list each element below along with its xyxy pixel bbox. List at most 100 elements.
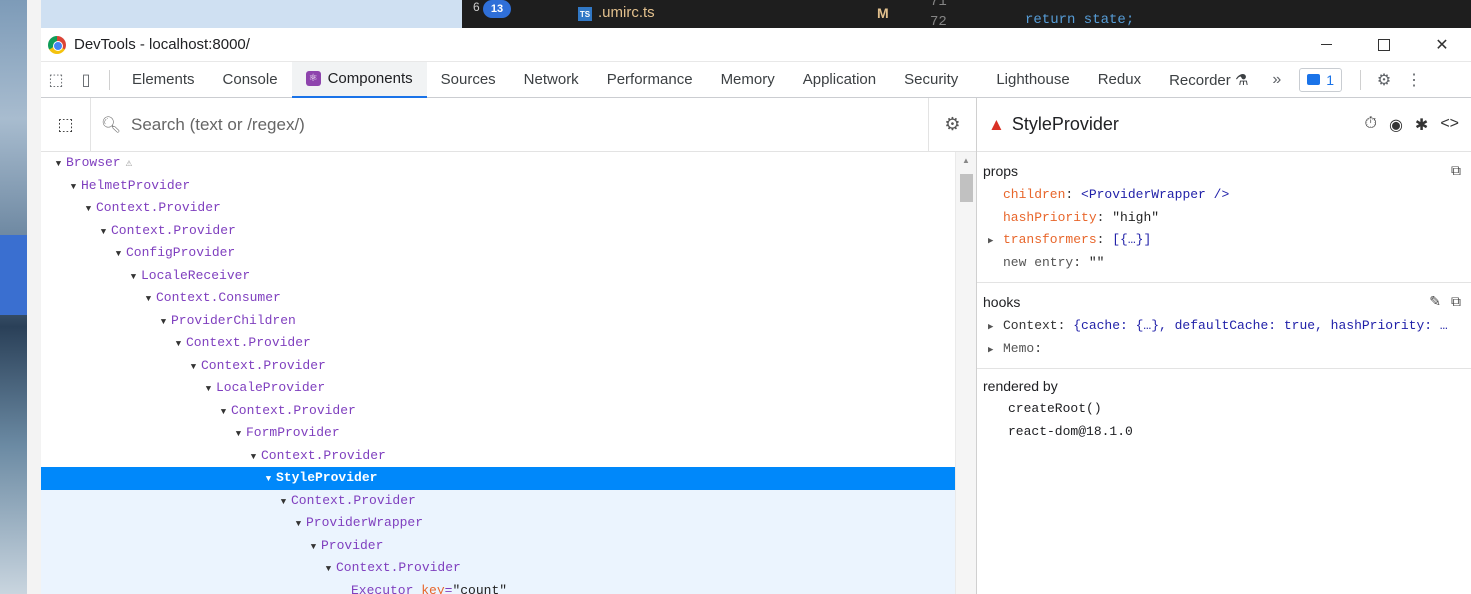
collapse-arrow-icon[interactable]: ▼: [216, 401, 231, 424]
tab-performance[interactable]: Performance: [593, 62, 707, 98]
collapse-arrow-icon[interactable]: ▼: [186, 356, 201, 379]
more-options-icon[interactable]: ⋮: [1399, 62, 1429, 98]
tree-row[interactable]: ▼ Context.Provider: [41, 355, 955, 378]
collapse-arrow-icon[interactable]: ▼: [111, 243, 126, 266]
expand-arrow-icon[interactable]: ▶: [983, 339, 1003, 361]
hooks-title: hooks: [983, 294, 1021, 310]
collapse-arrow-icon[interactable]: ▼: [276, 491, 291, 514]
tree-row[interactable]: ▼ Context.Provider: [41, 332, 955, 355]
tree-row[interactable]: Executor key="count": [41, 579, 955, 594]
parse-hook-names-icon[interactable]: ✎: [1429, 293, 1441, 310]
more-tabs-icon[interactable]: »: [1262, 71, 1291, 89]
editor-notification-badge[interactable]: 13: [483, 0, 511, 18]
expand-arrow-icon[interactable]: ▶: [983, 230, 1003, 252]
collapse-arrow-icon[interactable]: ▼: [126, 266, 141, 289]
collapse-arrow-icon[interactable]: ▼: [306, 536, 321, 559]
hook-row[interactable]: ▶ Context: {cache: {…}, defaultCache: tru…: [983, 315, 1471, 338]
tree-row[interactable]: ▼ Context.Consumer: [41, 287, 955, 310]
tab-components[interactable]: ⚛ Components: [291, 61, 427, 98]
tree-scrollbar[interactable]: ▲: [955, 152, 976, 594]
collapse-arrow-icon[interactable]: ▼: [66, 176, 81, 199]
tree-row[interactable]: ▼ HelmetProvider: [41, 175, 955, 198]
components-panel: ⬚ 🔍︎ ⚙ ▼Browser⚠ ▼HelmetProvider ▼Contex…: [41, 97, 1471, 594]
tree-row-label: Context.Provider: [96, 200, 221, 215]
collapse-arrow-icon[interactable]: ▼: [171, 333, 186, 356]
search-input[interactable]: [131, 114, 928, 135]
collapse-arrow-icon[interactable]: ▼: [141, 288, 156, 311]
tab-network[interactable]: Network: [510, 62, 593, 98]
prop-value[interactable]: "high": [1112, 210, 1159, 225]
hook-value: {cache: {…}, defaultCache: true, hashPri…: [1073, 318, 1448, 333]
tree-row[interactable]: ▼ Context.Provider: [41, 400, 955, 423]
scrollbar-thumb[interactable]: [960, 174, 973, 202]
tab-memory[interactable]: Memory: [707, 62, 789, 98]
prop-name: children: [1003, 187, 1066, 202]
tree-row[interactable]: ▼ FormProvider: [41, 422, 955, 445]
tab-console[interactable]: Console: [209, 62, 292, 98]
tab-lighthouse[interactable]: Lighthouse: [982, 62, 1083, 98]
prop-row[interactable]: hashPriority: "high": [983, 207, 1471, 230]
tab-sources[interactable]: Sources: [427, 62, 510, 98]
tree-row[interactable]: ▼ Context.Provider: [41, 445, 955, 468]
minimize-icon: [1320, 44, 1332, 45]
minimize-button[interactable]: [1297, 28, 1355, 62]
tree-row[interactable]: ▼ LocaleProvider: [41, 377, 955, 400]
collapse-arrow-icon[interactable]: ▼: [201, 378, 216, 401]
collapse-arrow-icon[interactable]: ▼: [321, 558, 336, 581]
bug-icon[interactable]: ✱: [1415, 115, 1428, 135]
new-entry-value[interactable]: "": [1089, 255, 1105, 270]
collapse-arrow-icon[interactable]: ▼: [291, 513, 306, 536]
tree-row-selected[interactable]: ▼ StyleProvider: [41, 467, 955, 490]
close-button[interactable]: ✕: [1413, 28, 1471, 62]
tree-row[interactable]: ▼ Provider: [41, 534, 955, 559]
tree-row[interactable]: ▼ ConfigProvider: [41, 242, 955, 265]
tree-row[interactable]: ▼ ProviderChildren: [41, 310, 955, 333]
settings-gear-icon[interactable]: ⚙: [1369, 62, 1399, 98]
select-element-icon[interactable]: ⬚: [41, 97, 91, 152]
collapse-arrow-icon[interactable]: ▼: [81, 198, 96, 221]
scroll-up-arrow-icon[interactable]: ▲: [962, 156, 970, 165]
prop-row[interactable]: ▶ transformers: [{…}]: [983, 229, 1471, 252]
collapse-arrow-icon[interactable]: ▼: [51, 153, 66, 176]
new-prop-row[interactable]: new entry: "": [983, 252, 1471, 275]
editor-file-modified-status: M: [877, 5, 889, 21]
devtools-tabbar: ⬚ ▯ Elements Console ⚛ Components Sources…: [41, 61, 1471, 98]
tab-elements[interactable]: Elements: [118, 62, 209, 98]
expand-arrow-icon[interactable]: ▶: [983, 316, 1003, 338]
view-source-icon[interactable]: <>: [1440, 115, 1459, 135]
eye-icon[interactable]: ◉: [1389, 115, 1403, 135]
rendered-by-item[interactable]: createRoot(): [983, 397, 1471, 420]
tree-row[interactable]: ▼ Context.Provider: [41, 197, 955, 220]
tree-row[interactable]: ▼ Context.Provider: [41, 557, 955, 580]
tree-row[interactable]: ▼ ProviderWrapper: [41, 512, 955, 535]
collapse-arrow-icon[interactable]: ▼: [246, 446, 261, 469]
copy-icon[interactable]: ⧉: [1451, 293, 1461, 310]
prop-name: transformers: [1003, 232, 1097, 247]
maximize-button[interactable]: [1355, 28, 1413, 62]
tree-row[interactable]: ▼ Context.Provider: [41, 220, 955, 243]
tree-row[interactable]: ▼ LocaleReceiver: [41, 265, 955, 288]
prop-row[interactable]: children: <ProviderWrapper />: [983, 184, 1471, 207]
hook-name: Memo: [1003, 340, 1035, 356]
stopwatch-icon[interactable]: ⏱: [1364, 115, 1376, 135]
collapse-arrow-icon[interactable]: ▼: [156, 311, 171, 334]
tree-row[interactable]: ▼ Browser ⚠: [41, 152, 955, 175]
tab-security[interactable]: Security: [890, 62, 972, 98]
collapse-arrow-icon[interactable]: ▼: [96, 221, 111, 244]
tab-recorder[interactable]: Recorder ⚗: [1155, 62, 1262, 98]
copy-icon[interactable]: ⧉: [1451, 162, 1461, 179]
new-entry-name[interactable]: new entry: [1003, 255, 1073, 270]
collapse-arrow-icon[interactable]: ▼: [261, 468, 276, 491]
prop-value: <ProviderWrapper />: [1081, 187, 1230, 202]
collapse-arrow-icon[interactable]: ▼: [231, 423, 246, 446]
tab-application[interactable]: Application: [789, 62, 890, 98]
toolbar-divider: [109, 69, 110, 90]
inspect-element-icon[interactable]: ⬚: [41, 62, 71, 98]
component-settings-icon[interactable]: ⚙: [928, 97, 976, 152]
device-toolbar-icon[interactable]: ▯: [71, 62, 101, 98]
editor-file-tab[interactable]: .umirc.ts: [578, 4, 655, 21]
tab-redux[interactable]: Redux: [1084, 62, 1155, 98]
tree-row[interactable]: ▼ Context.Provider: [41, 489, 955, 514]
hook-row[interactable]: ▶ Memo:: [983, 338, 1471, 361]
issues-button[interactable]: 1: [1299, 67, 1343, 92]
